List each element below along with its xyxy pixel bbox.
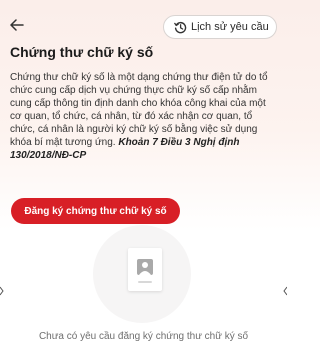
request-history-button[interactable]: Lịch sử yêu cầu — [163, 15, 277, 39]
register-certificate-button[interactable]: Đăng ký chứng thư chữ ký số — [11, 198, 180, 224]
avatar-placeholder-icon — [137, 259, 153, 275]
empty-state-message: Chưa có yêu cầu đăng ký chứng thư chữ ký… — [38, 331, 249, 342]
certificate-description: Chứng thư chữ ký số là một dạng chứng th… — [10, 71, 278, 162]
request-history-label: Lịch sử yêu cầu — [191, 21, 269, 33]
document-portrait-icon — [128, 248, 162, 291]
right-edge-chevron-icon — [283, 286, 287, 296]
back-button[interactable] — [6, 14, 28, 36]
top-bar: Lịch sử yêu cầu — [0, 0, 287, 44]
document-caption-line — [138, 281, 152, 283]
arrow-left-icon — [10, 19, 24, 31]
page-title: Chứng thư chữ ký số — [10, 44, 154, 60]
clock-history-icon — [174, 21, 187, 34]
left-edge-chevron-icon — [0, 286, 4, 296]
